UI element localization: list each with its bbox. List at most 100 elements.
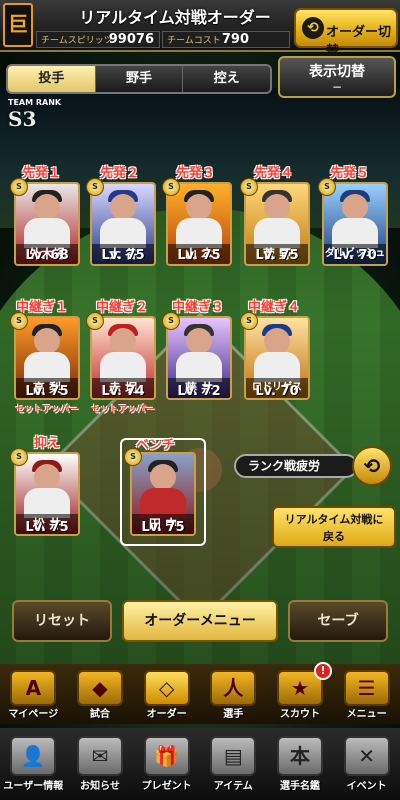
reliever-4-position: 中継ぎ４ xyxy=(248,300,301,315)
s-rank-badge-icon: S xyxy=(162,312,180,330)
player-level: Lv. 74 xyxy=(101,384,145,399)
s-rank-badge-icon: S xyxy=(240,312,258,330)
position-tabs: 投手 野手 控え xyxy=(6,64,272,94)
s-rank-badge-icon: S xyxy=(10,448,28,466)
main-menu: A マイページ ◆ 試合 ◇ オーダー 人 選手 ★ ! スカウト ☰ メニュー xyxy=(0,662,400,724)
player-level: Lv. 75 xyxy=(141,520,185,535)
diamond-field-icon: ◇ xyxy=(143,670,190,706)
menu-order[interactable]: ◇ オーダー xyxy=(137,664,197,724)
display-switch-value: − xyxy=(331,80,343,94)
menu-label: 試合 xyxy=(89,709,110,720)
rank-fatigue-toggle-button[interactable]: ⟲ xyxy=(352,446,392,486)
reliever-1-position: 中継ぎ１ xyxy=(16,300,69,315)
player-role: セットアッパー xyxy=(91,405,155,415)
team-spirit-label: チームスピリッツ xyxy=(41,36,113,46)
back-to-realtime-button[interactable]: リアルタイム対戦に 戻る xyxy=(272,506,396,548)
menu-label: マイページ xyxy=(8,709,59,720)
save-button[interactable]: セーブ xyxy=(288,600,388,642)
player-level: Lv. 70 xyxy=(333,248,377,263)
menu-player-directory[interactable]: 本 選手名鑑 xyxy=(270,728,330,800)
team-cost-label: チームコスト xyxy=(167,36,221,46)
switch-icon: ⟲ xyxy=(302,17,324,39)
starter-3-position: 先発３ xyxy=(176,166,216,181)
menu-label: ユーザー情報 xyxy=(3,781,64,792)
team-cost-value: 790 xyxy=(221,32,249,47)
player-icon: 人 xyxy=(210,670,257,706)
s-rank-badge-icon: S xyxy=(124,448,142,466)
closer-position: 抑え xyxy=(34,436,61,451)
screen: 巨 リアルタイム対戦オーダー チームスピリッツ 99076 チームコスト 790… xyxy=(0,0,400,800)
order-switch-label: オーダー切替 xyxy=(326,25,392,59)
menu-label: イベント xyxy=(346,781,387,792)
gift-icon: 🎁 xyxy=(143,736,190,776)
starter-2-position: 先発２ xyxy=(100,166,140,181)
notification-badge: ! xyxy=(313,662,332,680)
mail-icon: ✉ xyxy=(76,736,123,776)
player-level: Lv. 75 xyxy=(101,248,145,263)
rank-fatigue-label: ランク戦疲労 xyxy=(234,454,358,478)
crossed-bats-icon: ✕ xyxy=(343,736,390,776)
starter-5-position: 先発５ xyxy=(330,166,370,181)
back-label-line2: 戻る xyxy=(323,530,345,543)
s-rank-badge-icon: S xyxy=(240,178,258,196)
menu-event[interactable]: ✕ イベント xyxy=(337,728,397,800)
tab-fielder[interactable]: 野手 xyxy=(95,66,184,92)
team-logo-icon: 巨 xyxy=(3,3,33,47)
player-level: Lv. 75 xyxy=(255,248,299,263)
team-rank: TEAM RANK S3 xyxy=(8,98,61,131)
reliever-2-position: 中継ぎ２ xyxy=(96,300,149,315)
menu-news[interactable]: ✉ お知らせ xyxy=(70,728,130,800)
display-switch-button[interactable]: 表示切替 − xyxy=(278,56,396,98)
menu-menu[interactable]: ☰ メニュー xyxy=(337,664,397,724)
player-level: Lv. 75 xyxy=(25,384,69,399)
menu-user-info[interactable]: 👤 ユーザー情報 xyxy=(3,728,63,800)
menu-mypage[interactable]: A マイページ xyxy=(3,664,63,724)
item-box-icon: ▤ xyxy=(210,736,257,776)
menu-label: スカウト xyxy=(279,709,320,720)
display-switch-title: 表示切替 xyxy=(309,64,365,80)
s-rank-badge-icon: S xyxy=(86,178,104,196)
team-rank-value: S3 xyxy=(8,107,37,131)
page-title: リアルタイム対戦オーダー xyxy=(79,8,271,27)
team-rank-label: TEAM RANK xyxy=(8,98,62,107)
menu-scout[interactable]: ★ ! スカウト xyxy=(270,662,332,724)
mypage-icon: A xyxy=(10,670,57,706)
s-rank-badge-icon: S xyxy=(10,312,28,330)
stadium-icon: ◆ xyxy=(76,670,123,706)
menu-label: オーダー xyxy=(146,709,187,720)
starter-1-position: 先発１ xyxy=(22,166,62,181)
team-spirit-stat: チームスピリッツ 99076 xyxy=(36,31,160,48)
s-rank-badge-icon: S xyxy=(86,312,104,330)
menu-label: アイテム xyxy=(213,781,253,792)
menu-present[interactable]: 🎁 プレゼント xyxy=(137,728,197,800)
starter-4-position: 先発４ xyxy=(254,166,294,181)
menu-icon: ☰ xyxy=(343,670,390,706)
order-menu-button[interactable]: オーダーメニュー xyxy=(122,600,278,642)
sub-menu: 👤 ユーザー情報 ✉ お知らせ 🎁 プレゼント ▤ アイテム 本 選手名鑑 ✕ … xyxy=(0,728,400,800)
reset-button[interactable]: リセット xyxy=(12,600,112,642)
menu-label: 選手 xyxy=(223,709,244,720)
menu-label: プレゼント xyxy=(141,781,192,792)
menu-item[interactable]: ▤ アイテム xyxy=(203,728,263,800)
tab-pitcher[interactable]: 投手 xyxy=(8,66,96,92)
player-level: Lv. 72 xyxy=(177,384,221,399)
player-role: セットアッパー xyxy=(15,405,79,415)
s-rank-badge-icon: S xyxy=(162,178,180,196)
menu-game[interactable]: ◆ 試合 xyxy=(70,664,130,724)
tab-reserve[interactable]: 控え xyxy=(183,66,270,92)
s-rank-badge-icon: S xyxy=(10,178,28,196)
menu-label: 選手名鑑 xyxy=(279,781,320,792)
back-label-line1: リアルタイム対戦に xyxy=(284,513,384,526)
player-level: Lv. 70 xyxy=(255,384,299,399)
team-cost-stat: チームコスト 790 xyxy=(162,31,290,48)
reliever-3-position: 中継ぎ３ xyxy=(172,300,225,315)
menu-players[interactable]: 人 選手 xyxy=(203,664,263,724)
user-icon: 👤 xyxy=(10,736,57,776)
player-level: Lv. 75 xyxy=(177,248,221,263)
book-icon: 本 xyxy=(276,736,323,776)
header: 巨 リアルタイム対戦オーダー チームスピリッツ 99076 チームコスト 790… xyxy=(0,0,400,59)
team-spirit-value: 99076 xyxy=(108,32,154,47)
order-switch-button[interactable]: ⟲ オーダー切替 xyxy=(294,8,398,59)
s-rank-badge-icon: S xyxy=(318,178,336,196)
menu-label: メニュー xyxy=(346,709,387,720)
